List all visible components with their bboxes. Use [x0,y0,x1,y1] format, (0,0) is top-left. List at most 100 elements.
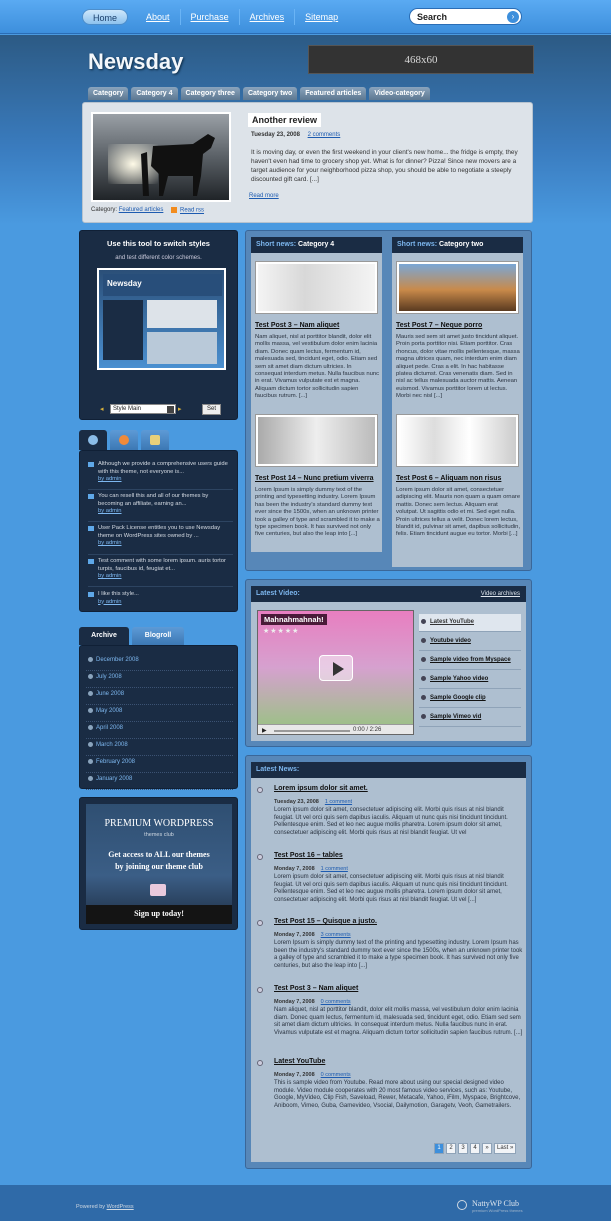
news-comments-link[interactable]: 1 comment [321,866,348,872]
video-archives-link[interactable]: Video archives [481,586,520,602]
comment-author-link[interactable]: by admin [98,476,233,484]
post-excerpt: Lorem Ipsum is simply dummy text of the … [255,487,380,538]
featured-category-link[interactable]: Featured articles [119,207,164,213]
style-select[interactable]: Style Main [110,404,176,414]
video-controls[interactable]: ▶ 0:00 / 2:26 [258,724,413,734]
post-thumbnail[interactable] [255,414,378,467]
featured-image[interactable] [91,112,231,202]
next-page-button[interactable]: » [482,1143,492,1154]
comment-author-link[interactable]: by admin [98,599,233,607]
tab-category-4[interactable]: Category 4 [131,87,178,100]
featured-comments-link[interactable]: 2 comments [308,132,341,138]
tab-featured-articles[interactable]: Featured articles [300,87,367,100]
archive-month-link[interactable]: July 2008 [86,671,233,688]
horse-silhouette-icon [141,134,215,196]
seek-bar[interactable] [274,730,350,732]
site-logo[interactable]: Newsday [88,49,183,75]
video-list-item[interactable]: Latest YouTube [419,614,521,632]
powered-by: Powered by WordPress [76,1204,134,1210]
comment-item[interactable]: You can resell this and all of our theme… [88,493,233,516]
news-title-link[interactable]: Lorem ipsum dolor sit amet. [274,785,368,792]
tab-category-three[interactable]: Category three [180,87,240,100]
news-comments-link[interactable]: 1 comment [325,799,352,805]
news-comments-link[interactable]: 3 comments [321,932,351,938]
featured-rss[interactable]: Read rss [171,207,204,214]
video-list-item[interactable]: Sample video from Myspace [419,652,521,670]
prev-style-icon[interactable]: ◂ [100,405,104,413]
rss-icon [171,207,177,213]
search-input[interactable]: Search › [409,8,522,25]
comment-item[interactable]: User Pack License entitles you to use Ne… [88,525,233,548]
news-title-link[interactable]: Test Post 16 – tables [274,852,343,859]
theme-club-promo[interactable]: PREMIUM WORDPRESS themes club Get access… [79,797,238,930]
archive-month-link[interactable]: December 2008 [86,654,233,671]
tab-favorites[interactable] [110,430,138,450]
tab-comments[interactable] [79,430,107,450]
play-icon[interactable] [319,655,353,681]
archive-month-link[interactable]: June 2008 [86,688,233,705]
post-thumbnail[interactable] [396,414,519,467]
comment-item[interactable]: Although we provide a comprehensive user… [88,461,233,484]
post-thumbnail[interactable] [255,261,378,314]
news-title-link[interactable]: Latest YouTube [274,1058,325,1065]
video-list-item[interactable]: Sample Yahoo video [419,671,521,689]
tab-archive[interactable]: Archive [79,627,129,645]
next-style-icon[interactable]: ▸ [178,405,182,413]
page-4-button[interactable]: 4 [470,1143,480,1154]
read-more-link[interactable]: Read more [249,193,279,199]
last-page-button[interactable]: Last » [494,1143,517,1154]
tab-category[interactable]: Category [88,87,129,100]
tab-category-two[interactable]: Category two [242,87,298,100]
archive-month-link[interactable]: May 2008 [86,705,233,722]
page-3-button[interactable]: 3 [458,1143,468,1154]
latest-news-section: Latest News: Lorem ipsum dolor sit amet.… [245,755,532,1169]
set-style-button[interactable]: Set [202,404,221,415]
wordpress-link[interactable]: WordPress [107,1204,134,1210]
tab-blogroll[interactable]: Blogroll [132,627,184,645]
latest-news-header: Latest News: [251,762,526,778]
news-title-link[interactable]: Test Post 3 – Nam aliquet [274,985,358,992]
nav-purchase[interactable]: Purchase [181,9,240,25]
read-rss-link[interactable]: Read rss [180,208,204,214]
play-pause-icon[interactable]: ▶ [262,727,267,734]
video-list-item[interactable]: Youtube video [419,633,521,651]
archive-month-link[interactable]: April 2008 [86,722,233,739]
post-title-link[interactable]: Test Post 7 – Neque porro [396,322,482,329]
ad-banner[interactable]: 468x60 [308,45,534,74]
nav-about[interactable]: About [136,9,181,25]
featured-title[interactable]: Another review [248,113,322,127]
news-comments-link[interactable]: 0 comments [321,1072,351,1078]
comment-item[interactable]: I like this style... by admin [88,591,233,606]
archive-month-link[interactable]: January 2008 [86,773,233,790]
nav-home[interactable]: Home [82,9,129,25]
tab-video-category[interactable]: Video-category [369,87,430,100]
comment-author-link[interactable]: by admin [98,508,233,516]
post-title-link[interactable]: Test Post 14 – Nunc pretium viverra [255,475,374,482]
comment-author-link[interactable]: by admin [98,573,233,581]
page-1-button[interactable]: 1 [434,1143,444,1154]
post-title-link[interactable]: Test Post 6 – Aliquam non risus [396,475,501,482]
featured-excerpt: It is moving day, or even the first week… [251,149,518,183]
nattywp-club-logo[interactable]: NattyWP Club premium WordPress themes [457,1199,533,1213]
comment-item[interactable]: Test comment with some lorem ipsum. auri… [88,558,233,581]
archive-month-link[interactable]: March 2008 [86,739,233,756]
nav-sitemap[interactable]: Sitemap [295,9,348,25]
sign-up-button[interactable]: Sign up today! [86,909,232,918]
post-excerpt: Nam aliquet, nisl at porttitor blandit, … [255,334,380,400]
nav-archives[interactable]: Archives [240,9,296,25]
search-go-icon[interactable]: › [507,11,519,23]
news-excerpt: Lorem Ipsum is simply dummy text of the … [274,940,523,969]
news-comments-link[interactable]: 0 comments [321,999,351,1005]
news-title-link[interactable]: Test Post 15 – Quisque a justo. [274,918,377,925]
video-player[interactable]: Mahnahmahnah! ★★★★★ ▶ 0:00 / 2:26 [257,610,414,735]
tab-edit[interactable] [141,430,169,450]
comment-author-link[interactable]: by admin [98,540,233,548]
video-list-item[interactable]: Sample Vimeo vid [419,709,521,727]
page-2-button[interactable]: 2 [446,1143,456,1154]
archive-month-link[interactable]: February 2008 [86,756,233,773]
rating-stars[interactable]: ★★★★★ [263,627,299,635]
post-thumbnail[interactable] [396,261,519,314]
video-list-item[interactable]: Sample Google clip [419,690,521,708]
post-title-link[interactable]: Test Post 3 – Nam aliquet [255,322,339,329]
featured-date: Tuesday 23, 2008 [251,132,300,138]
